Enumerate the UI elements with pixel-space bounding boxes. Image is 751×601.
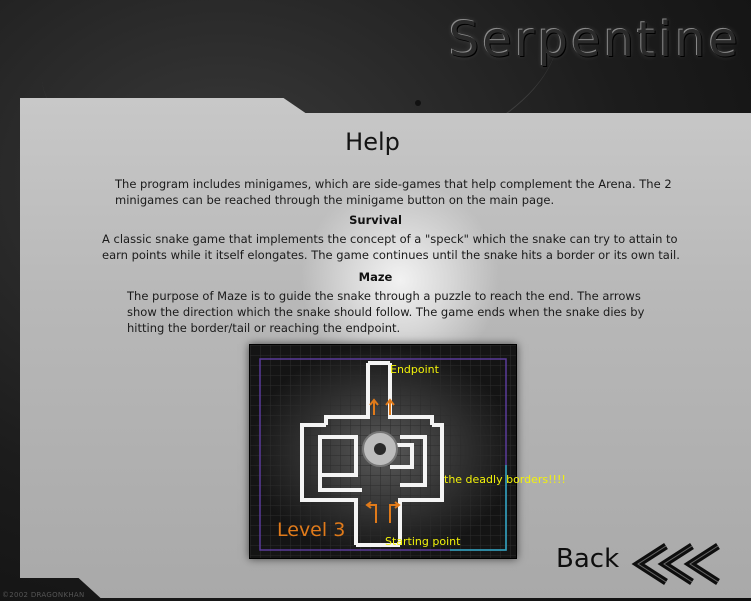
maze-text: The purpose of Maze is to guide the snak… bbox=[127, 289, 645, 335]
start-annotation: Starting point bbox=[385, 535, 461, 548]
endpoint-annotation: Endpoint bbox=[390, 363, 439, 376]
back-button[interactable]: Back bbox=[556, 542, 732, 586]
game-title: Serpentine bbox=[448, 12, 741, 68]
survival-text: A classic snake game that implements the… bbox=[102, 232, 680, 262]
intro-text: The program includes minigames, which ar… bbox=[115, 177, 672, 207]
borders-annotation: the deadly borders!!!! bbox=[444, 473, 566, 486]
page-title: Help bbox=[345, 128, 400, 156]
level-label: Level 3 bbox=[277, 519, 346, 541]
copyright-text: ©2002 DRAGONKHAN bbox=[2, 591, 85, 599]
back-arrows-icon bbox=[631, 543, 720, 585]
maze-heading: Maze bbox=[358, 270, 393, 284]
back-label: Back bbox=[556, 544, 620, 574]
survival-heading: Survival bbox=[349, 213, 402, 227]
panel-dot bbox=[415, 100, 421, 106]
